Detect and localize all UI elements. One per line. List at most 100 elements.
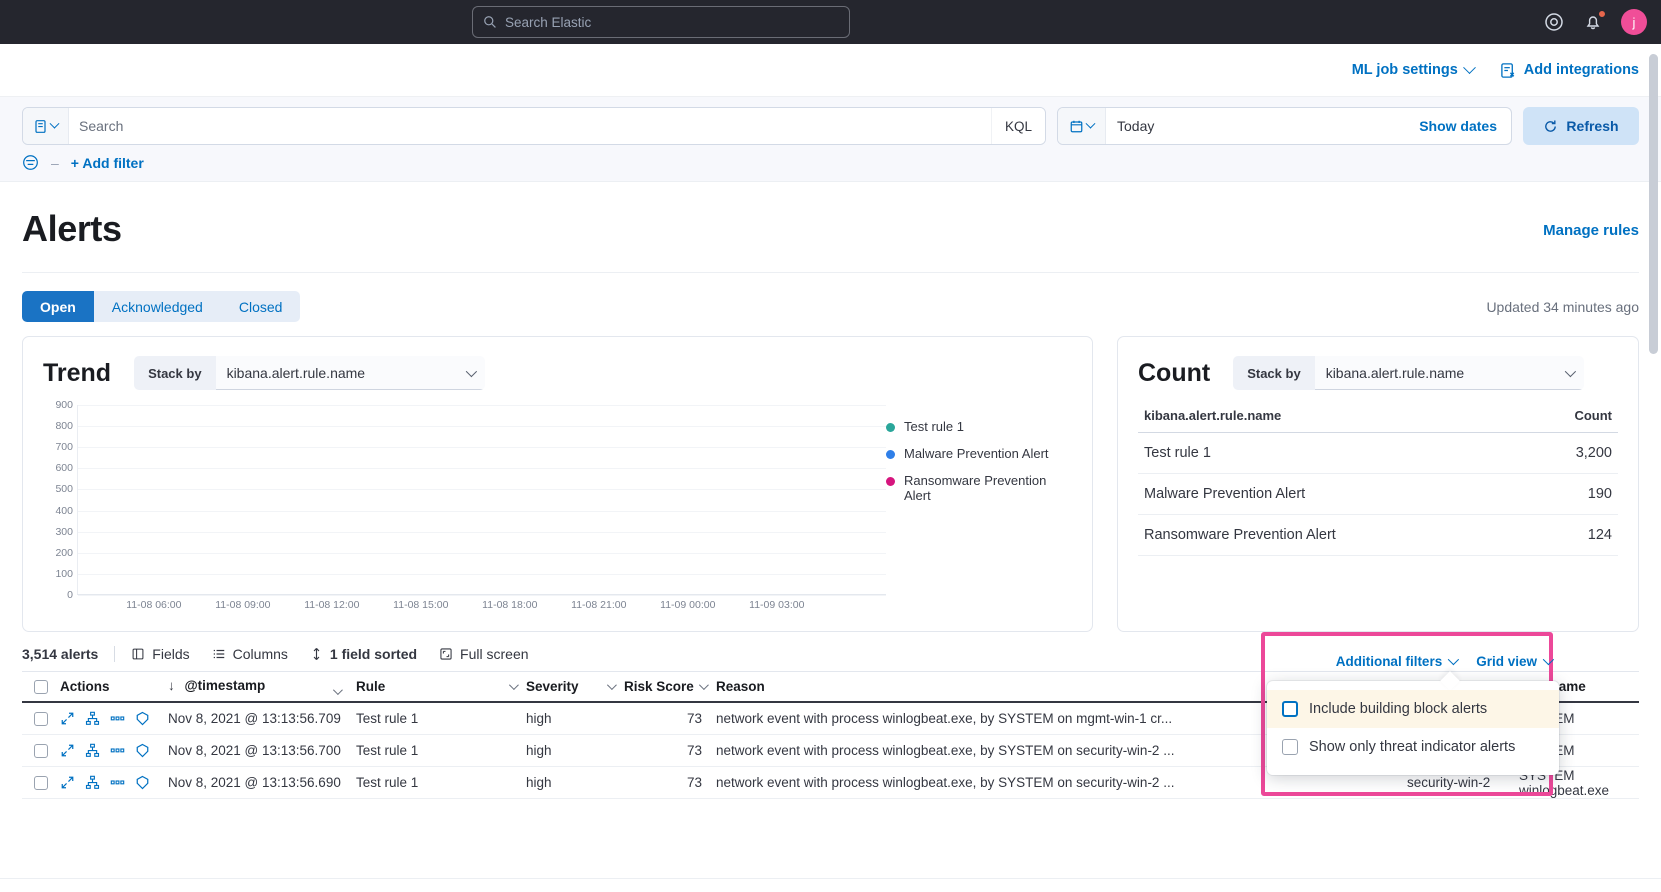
more-actions-icon[interactable]: [110, 711, 125, 726]
popover-arrow: [1440, 671, 1460, 691]
count-row-name: Malware Prevention Alert: [1144, 486, 1305, 502]
notifications-icon[interactable]: [1582, 11, 1604, 33]
global-search-input[interactable]: Search Elastic: [472, 6, 850, 38]
count-table-row[interactable]: Malware Prevention Alert190: [1138, 474, 1618, 515]
sort-desc-icon: ↓: [168, 678, 175, 693]
trend-stack-by-select[interactable]: kibana.alert.rule.name: [216, 356, 486, 390]
add-integrations-button[interactable]: Add integrations: [1500, 62, 1639, 79]
trend-chart[interactable]: 0100200300400500600700800900 11-08 06:00…: [43, 405, 886, 617]
select-all-checkbox[interactable]: [34, 680, 48, 694]
toolbar-separator: [114, 646, 115, 662]
date-quick-select-button[interactable]: [1058, 108, 1106, 144]
include-building-block-alerts-option[interactable]: Include building block alerts: [1267, 690, 1559, 728]
chart-x-tick: 11-08 21:00: [571, 599, 626, 611]
avatar[interactable]: j: [1621, 9, 1647, 35]
cell-severity: high: [526, 743, 624, 758]
chevron-down-icon[interactable]: [699, 680, 709, 690]
chart-y-tick: 400: [55, 505, 73, 517]
analyze-event-icon[interactable]: [85, 711, 100, 726]
add-to-case-icon[interactable]: [135, 711, 150, 726]
status-tabs: Open Acknowledged Closed: [22, 291, 300, 322]
chart-bar-slot: [294, 405, 321, 595]
additional-filters-button[interactable]: Additional filters: [1336, 654, 1457, 669]
count-row-name: Test rule 1: [1144, 445, 1211, 461]
legend-color-dot: [886, 450, 895, 459]
date-range-value[interactable]: Today: [1106, 108, 1405, 144]
header-risk-score-label: Risk Score: [624, 679, 694, 694]
tab-acknowledged[interactable]: Acknowledged: [94, 291, 221, 322]
count-table-body: Test rule 13,200Malware Prevention Alert…: [1138, 433, 1618, 556]
row-select-checkbox[interactable]: [34, 744, 48, 758]
columns-button[interactable]: Columns: [212, 646, 288, 662]
count-stack-by: Stack by kibana.alert.rule.name: [1232, 355, 1585, 391]
header-rule[interactable]: Rule: [356, 679, 526, 694]
tab-open[interactable]: Open: [22, 291, 94, 322]
add-to-case-icon[interactable]: [135, 743, 150, 758]
filter-row: – + Add filter: [22, 145, 1639, 181]
chevron-down-icon[interactable]: [333, 685, 343, 695]
cell-severity: high: [526, 775, 624, 790]
filter-icon[interactable]: [22, 154, 39, 171]
expand-icon[interactable]: [60, 743, 75, 758]
search-input[interactable]: Search: [69, 108, 991, 144]
row-select-cell: [22, 744, 60, 758]
full-screen-button[interactable]: Full screen: [439, 646, 528, 662]
chart-bar-slot: [563, 405, 590, 595]
chart-legend-item[interactable]: Test rule 1: [886, 419, 1072, 434]
chart-legend-item[interactable]: Ransomware Prevention Alert: [886, 473, 1072, 503]
count-col-name: kibana.alert.rule.name: [1144, 408, 1281, 423]
manage-rules-link[interactable]: Manage rules: [1543, 222, 1639, 239]
trend-panel-header: Trend Stack by kibana.alert.rule.name: [43, 355, 1072, 391]
trend-stack-by-value: kibana.alert.rule.name: [227, 365, 366, 381]
help-icon[interactable]: [1543, 11, 1565, 33]
chevron-down-icon[interactable]: [607, 680, 617, 690]
count-table-row[interactable]: Test rule 13,200: [1138, 433, 1618, 474]
page-scrollbar[interactable]: [1649, 54, 1658, 614]
include-building-block-alerts-checkbox[interactable]: [1282, 701, 1298, 717]
chevron-down-icon[interactable]: [509, 680, 519, 690]
add-filter-button[interactable]: + Add filter: [71, 155, 144, 171]
date-picker-container: Today Show dates: [1057, 107, 1512, 145]
chart-y-tick: 800: [55, 420, 73, 432]
refresh-button[interactable]: Refresh: [1523, 107, 1639, 145]
chevron-down-icon: [1463, 61, 1476, 74]
chart-legend-item[interactable]: Malware Prevention Alert: [886, 446, 1072, 461]
expand-icon[interactable]: [60, 711, 75, 726]
nav-right-group: j: [1543, 0, 1647, 44]
chart-y-tick: 0: [67, 589, 73, 601]
legend-color-dot: [886, 477, 895, 486]
chart-bar-slot: [698, 405, 725, 595]
ml-job-settings-button[interactable]: ML job settings: [1352, 62, 1474, 78]
chart-y-tick: 900: [55, 399, 73, 411]
show-dates-button[interactable]: Show dates: [1405, 108, 1511, 144]
row-select-checkbox[interactable]: [34, 712, 48, 726]
header-timestamp[interactable]: ↓ @timestamp: [168, 678, 356, 695]
tab-closed[interactable]: Closed: [221, 291, 301, 322]
analyze-event-icon[interactable]: [85, 743, 100, 758]
chart-bar-slot: [536, 405, 563, 595]
more-actions-icon[interactable]: [110, 743, 125, 758]
row-actions-cell: [60, 743, 168, 758]
add-to-case-icon[interactable]: [135, 775, 150, 790]
more-actions-icon[interactable]: [110, 775, 125, 790]
fields-button[interactable]: Fields: [131, 646, 189, 662]
count-stack-by-select[interactable]: kibana.alert.rule.name: [1315, 356, 1585, 390]
fullscreen-icon: [439, 647, 453, 661]
count-table-row[interactable]: Ransomware Prevention Alert124: [1138, 515, 1618, 556]
kql-language-button[interactable]: KQL: [991, 108, 1045, 144]
secondary-nav-bar: ML job settings Add integrations: [0, 44, 1661, 97]
expand-icon[interactable]: [60, 775, 75, 790]
header-severity[interactable]: Severity: [526, 679, 624, 694]
row-select-checkbox[interactable]: [34, 776, 48, 790]
chart-bar-slot: [455, 405, 482, 595]
grid-view-button[interactable]: Grid view: [1476, 654, 1551, 669]
analyze-event-icon[interactable]: [85, 775, 100, 790]
show-only-threat-indicator-alerts-checkbox[interactable]: [1282, 739, 1298, 755]
header-risk-score[interactable]: Risk Score: [624, 679, 716, 694]
sort-fields-button[interactable]: 1 field sorted: [310, 646, 417, 662]
saved-query-button[interactable]: [23, 108, 69, 144]
cell-risk-score: 73: [624, 711, 716, 726]
trend-panel: Trend Stack by kibana.alert.rule.name 0 1…: [22, 336, 1093, 632]
show-only-threat-indicator-alerts-option[interactable]: Show only threat indicator alerts: [1267, 728, 1559, 766]
alert-count-label: 3,514 alerts: [22, 646, 98, 662]
